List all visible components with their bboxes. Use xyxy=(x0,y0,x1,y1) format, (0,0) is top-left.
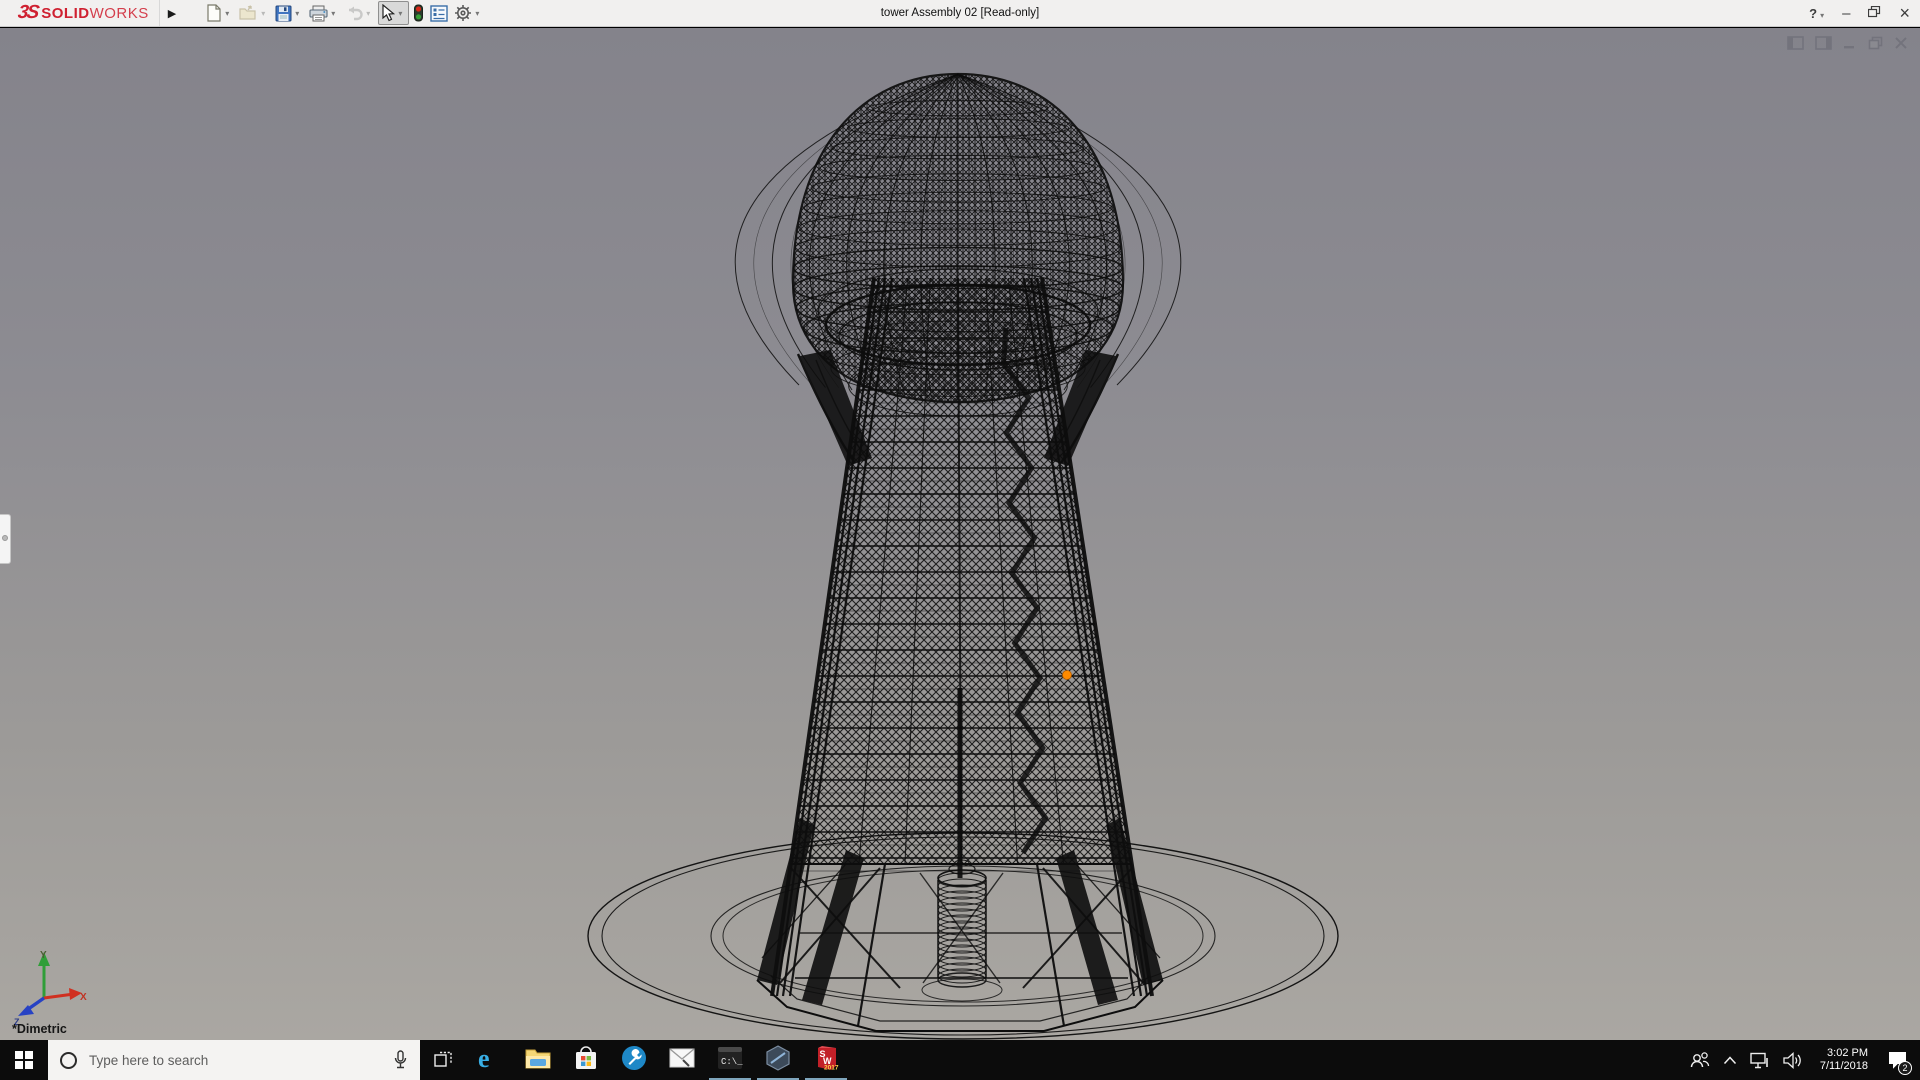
help-dropdown-icon[interactable]: ▾ xyxy=(1820,11,1824,20)
titlebar: 3S SOLID WORKS ▶ ▾▾▾▾▾▾▾ tower Assembly … xyxy=(0,0,1920,27)
save-dropdown-icon[interactable]: ▾ xyxy=(295,9,299,18)
feature-pane-collapsed-tab[interactable] xyxy=(0,514,11,564)
taskbar-app-command-prompt[interactable]: C:\_ xyxy=(706,1040,754,1080)
pane-left-icon[interactable] xyxy=(1787,36,1804,55)
open-icon xyxy=(239,5,258,21)
taskbar-app-store[interactable] xyxy=(562,1040,610,1080)
command-prompt-icon: C:\_ xyxy=(717,1046,743,1075)
save-icon xyxy=(275,5,292,22)
taskbar-search[interactable]: Type here to search xyxy=(48,1040,420,1080)
options-dropdown-icon[interactable]: ▾ xyxy=(475,9,479,18)
taskbar-app-solidworks-2017[interactable]: SW2017 xyxy=(802,1040,850,1080)
network-icon[interactable] xyxy=(1750,1052,1770,1069)
taskbar-app-file-explorer[interactable] xyxy=(514,1040,562,1080)
mail-icon xyxy=(669,1048,695,1073)
svg-text:e: e xyxy=(478,1045,490,1071)
taskbar-apps: e C:\_ SW2017 xyxy=(466,1040,850,1080)
tower-wireframe-model[interactable] xyxy=(0,28,1920,1040)
print-dropdown-icon[interactable]: ▾ xyxy=(331,9,335,18)
doc-close-icon[interactable] xyxy=(1894,36,1908,55)
orientation-triad: Y X Z xyxy=(12,948,90,1026)
microphone-icon[interactable] xyxy=(393,1050,408,1070)
rebuild-icon xyxy=(413,4,424,22)
restore-button[interactable] xyxy=(1868,0,1881,27)
windows-logo-icon xyxy=(15,1051,33,1069)
options-button[interactable]: ▾ xyxy=(452,2,485,24)
solidworks-2017-icon: SW2017 xyxy=(813,1045,839,1076)
new-document-dropdown-icon[interactable]: ▾ xyxy=(225,9,229,18)
help-button[interactable]: ?▾ xyxy=(1809,6,1824,21)
print-icon xyxy=(309,5,328,22)
toolbar-flyout-arrow-icon[interactable]: ▶ xyxy=(160,7,190,20)
pane-expand-knob-icon[interactable] xyxy=(2,535,8,541)
select-dropdown-icon[interactable]: ▾ xyxy=(398,9,402,18)
triad-x-label: X xyxy=(80,992,87,1003)
task-view-icon xyxy=(434,1051,453,1070)
file-explorer-icon xyxy=(525,1047,551,1074)
task-view-button[interactable] xyxy=(420,1040,466,1080)
undo-button[interactable]: ▾ xyxy=(343,4,376,23)
tray-date: 7/11/2018 xyxy=(1820,1060,1868,1073)
taskbar-app-utility-wrench[interactable] xyxy=(610,1040,658,1080)
select-button[interactable]: ▾ xyxy=(378,1,409,25)
tray-expand-chevron-icon[interactable] xyxy=(1723,1056,1737,1065)
main-toolbar: ▾ ▾ ▾ ▾ ▾ ▾ ▾ xyxy=(204,1,485,25)
svg-text:2017: 2017 xyxy=(824,1064,839,1071)
open-button[interactable]: ▾ xyxy=(237,3,271,23)
graphics-viewport[interactable]: Y X Z *Dimetric xyxy=(0,28,1920,1040)
taskbar-app-hexagon-app[interactable] xyxy=(754,1040,802,1080)
close-button[interactable]: × xyxy=(1899,0,1910,27)
volume-icon[interactable] xyxy=(1783,1052,1804,1069)
view-orientation-label: *Dimetric xyxy=(12,1022,67,1036)
system-tray: 3:02 PM 7/11/2018 2 xyxy=(1690,1040,1920,1080)
pane-right-icon[interactable] xyxy=(1815,36,1832,55)
rebuild-button[interactable] xyxy=(411,2,426,24)
undo-icon xyxy=(345,6,363,21)
selection-point-marker[interactable] xyxy=(1063,671,1072,680)
print-button[interactable]: ▾ xyxy=(307,3,341,24)
select-icon xyxy=(381,4,395,22)
store-icon xyxy=(574,1045,598,1076)
new-document-button[interactable]: ▾ xyxy=(204,2,235,24)
3ds-logo-mark: 3S xyxy=(16,2,38,24)
triad-y-label: Y xyxy=(40,950,47,961)
undo-dropdown-icon[interactable]: ▾ xyxy=(366,9,370,18)
window-controls: ?▾ – × xyxy=(1809,0,1910,27)
brand-name-light: WORKS xyxy=(90,5,149,22)
save-button[interactable]: ▾ xyxy=(273,3,305,24)
notification-badge: 2 xyxy=(1898,1061,1912,1075)
cortana-icon xyxy=(60,1052,77,1069)
search-placeholder: Type here to search xyxy=(89,1053,381,1068)
taskbar-app-mail[interactable] xyxy=(658,1040,706,1080)
start-button[interactable] xyxy=(0,1040,48,1080)
edge-icon: e xyxy=(477,1045,503,1076)
solidworks-logo: 3S SOLID WORKS xyxy=(0,0,160,26)
hexagon-app-icon xyxy=(765,1045,791,1076)
tray-time: 3:02 PM xyxy=(1820,1047,1868,1060)
options-icon xyxy=(454,4,472,22)
brand-name-bold: SOLID xyxy=(41,5,89,22)
taskbar-clock[interactable]: 3:02 PM 7/11/2018 xyxy=(1817,1047,1871,1073)
open-dropdown-icon[interactable]: ▾ xyxy=(261,9,265,18)
utility-wrench-icon xyxy=(621,1045,647,1076)
people-icon[interactable] xyxy=(1690,1051,1710,1069)
svg-text:C:\_: C:\_ xyxy=(721,1057,743,1067)
doc-minimize-icon[interactable] xyxy=(1843,36,1857,55)
file-properties-icon xyxy=(430,5,448,22)
document-window-controls xyxy=(1787,36,1908,55)
minimize-button[interactable]: – xyxy=(1842,0,1850,27)
doc-restore-icon[interactable] xyxy=(1868,36,1883,55)
taskbar: Type here to search e C:\_ SW2017 xyxy=(0,1040,1920,1080)
new-document-icon xyxy=(206,4,222,22)
file-properties-button[interactable] xyxy=(428,3,450,24)
action-center-button[interactable]: 2 xyxy=(1884,1047,1910,1073)
taskbar-app-edge[interactable]: e xyxy=(466,1040,514,1080)
